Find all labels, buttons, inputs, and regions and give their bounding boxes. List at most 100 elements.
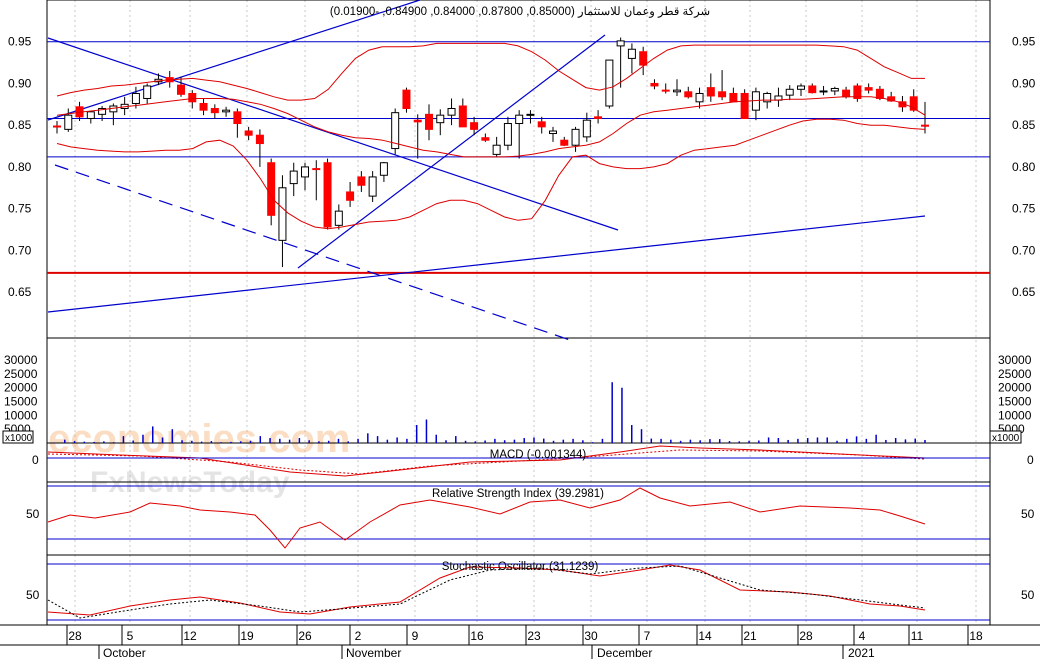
candle-body [650, 82, 659, 87]
candle-body [537, 121, 546, 128]
x-tick-label: 5 [127, 629, 134, 643]
candle-body [323, 162, 332, 228]
candle-body [830, 87, 839, 92]
candle-body [785, 88, 794, 96]
candle-body [368, 176, 377, 197]
rsi-tick-left: 50 [26, 507, 40, 521]
candle-body [594, 116, 603, 120]
candle-body [301, 166, 309, 178]
x-tick-label: 11 [911, 629, 924, 643]
stock-chart: economies.com FxNewsToday 0.95 0.950.90 0.… [0, 0, 1040, 659]
candle-body [379, 162, 388, 176]
candle-body [188, 92, 197, 103]
volume-unit-left: x1000 [5, 433, 33, 444]
volume-tick-left: 30000 [4, 353, 38, 367]
candle-body [143, 85, 152, 99]
candle-body [346, 191, 355, 201]
candle-body [255, 134, 264, 145]
price-tick-right: 0.65 [1012, 285, 1036, 299]
month-label: October [103, 646, 146, 659]
candle-body [470, 122, 479, 130]
watermark-economies: economies.com [48, 417, 350, 461]
candle-body [289, 170, 298, 185]
candle-body [503, 123, 512, 146]
rsi-tick-right: 50 [1021, 507, 1035, 521]
candle-body [53, 125, 61, 128]
price-tick-right: 0.70 [1012, 243, 1036, 257]
price-tick-left: 0.70 [8, 243, 32, 257]
candle-body [526, 113, 535, 116]
month-label: November [346, 646, 401, 659]
month-label: 2021 [848, 646, 875, 659]
candle-body [312, 168, 321, 171]
price-tick-left: 0.85 [8, 118, 32, 132]
candle-body [481, 137, 490, 141]
candle-body [875, 88, 884, 99]
price-tick-right: 0.85 [1012, 118, 1036, 132]
price-tick-left: 0.65 [8, 285, 32, 299]
macd-label: MACD (-0.001344) [490, 449, 587, 461]
rsi-label: Relative Strength Index (39.2981) [432, 488, 604, 500]
candle-body [582, 119, 591, 138]
x-tick-label: 21 [743, 629, 757, 643]
volume-unit-right: x1000 [992, 433, 1020, 444]
candle-body [425, 113, 433, 130]
candle-body [458, 105, 467, 128]
candle-body [244, 130, 253, 136]
candle-body [808, 85, 817, 94]
stoch-tick-right: 50 [1021, 588, 1035, 602]
x-tick-label: 30 [584, 629, 598, 643]
macd-tick-left: 0 [32, 453, 39, 467]
volume-tick-right: 15000 [998, 395, 1032, 409]
price-tick-right: 0.75 [1012, 202, 1036, 216]
volume-tick-left: 10000 [4, 408, 38, 422]
volume-tick-left: 15000 [4, 395, 38, 409]
candle-body [86, 111, 95, 120]
candle-body [695, 92, 704, 103]
candle-body [616, 40, 625, 47]
x-tick-label: 4 [859, 629, 866, 643]
candle-body [921, 124, 929, 127]
x-tick-label: 23 [527, 629, 541, 643]
x-tick-label: 26 [298, 629, 312, 643]
candle-body [661, 89, 670, 92]
x-tick-label: 12 [183, 629, 197, 643]
x-tick-label: 18 [969, 629, 983, 643]
candle-body [402, 89, 411, 109]
candle-body [199, 102, 208, 111]
price-tick-right: 0.80 [1012, 160, 1036, 174]
x-tick-label: 2 [355, 629, 362, 643]
candle-body [842, 89, 851, 98]
candle-body [436, 114, 445, 124]
candle-body [177, 84, 185, 95]
candle-body [222, 109, 231, 113]
month-label: December [597, 646, 652, 659]
candle-body [447, 107, 456, 116]
candle-body [605, 59, 614, 107]
candle-body [278, 187, 287, 241]
candle-body [560, 139, 569, 146]
candle-body [729, 92, 738, 103]
x-tick-label: 28 [68, 629, 82, 643]
candle-body [64, 114, 73, 130]
candle-body [549, 130, 557, 135]
stoch-tick-left: 50 [26, 588, 40, 602]
x-tick-label: 14 [698, 629, 712, 643]
candle-body [515, 114, 524, 125]
x-tick-label: 19 [240, 629, 254, 643]
volume-tick-right: 20000 [998, 381, 1032, 395]
chart-title: شركة قطر وعمان للاستثمار (0.85000, 0.878… [330, 5, 711, 18]
volume-tick-right: 25000 [998, 367, 1032, 381]
volume-tick-right: 30000 [998, 353, 1032, 367]
candle-body [233, 111, 242, 125]
price-tick-left: 0.75 [8, 202, 32, 216]
candle-body [639, 51, 648, 66]
x-tick-label: 28 [799, 629, 813, 643]
x-tick-label: 16 [470, 629, 484, 643]
candle-body [627, 48, 636, 59]
candle-body [210, 107, 219, 114]
volume-tick-left: 20000 [4, 381, 38, 395]
candle-body [797, 85, 805, 90]
candle-body [267, 162, 276, 216]
price-tick-right: 0.95 [1012, 35, 1036, 49]
